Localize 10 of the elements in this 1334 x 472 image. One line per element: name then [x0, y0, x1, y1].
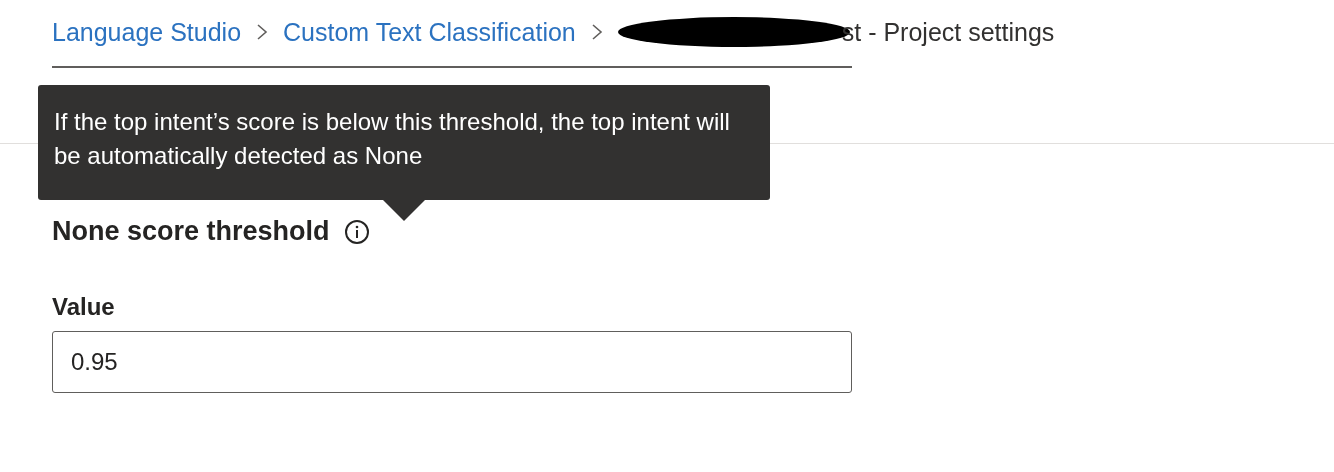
chevron-icon	[255, 21, 270, 43]
breadcrumb-link[interactable]: Custom Text Classification	[283, 17, 576, 47]
setting-title: None score threshold	[52, 216, 330, 247]
tooltip-pointer	[382, 199, 426, 221]
tooltip: If the top intent’s score is below this threshold, the top intent will be automatically detected as None	[38, 85, 770, 200]
value-field[interactable]: 0.95	[52, 331, 852, 393]
info-icon[interactable]	[343, 218, 370, 245]
field-label: Value	[52, 293, 116, 321]
breadcrumb-link[interactable]: Language Studio	[52, 17, 242, 47]
page-title: st - Project settings	[841, 17, 1055, 47]
